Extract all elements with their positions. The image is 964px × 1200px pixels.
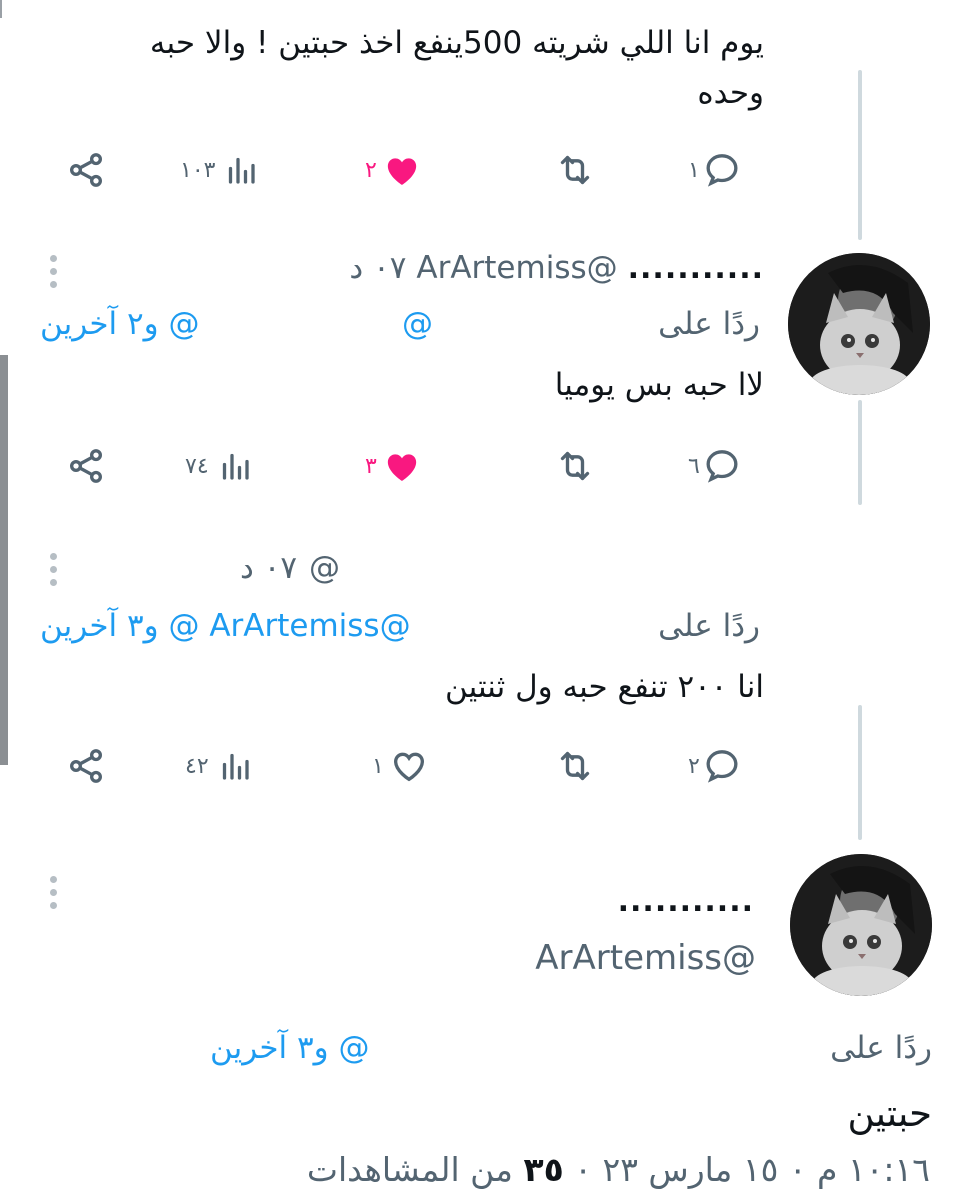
tweet-3-replying-to: ردًا على @ArArtemiss @ و٣ آخرين bbox=[40, 608, 760, 652]
share-button[interactable] bbox=[66, 736, 106, 796]
tweet-2-text: لاا حبه بس يوميا bbox=[554, 367, 764, 403]
reply-button[interactable]: ١ bbox=[688, 140, 742, 200]
avatar[interactable] bbox=[790, 854, 932, 996]
like-icon bbox=[387, 454, 416, 481]
tweet-3-text: انا ٢٠٠ تنفع حبه ول ثنتين bbox=[445, 669, 764, 705]
tweet-1-line2: وحده bbox=[697, 75, 764, 111]
views-button[interactable]: ٧٤ bbox=[185, 436, 253, 496]
tweet-1-text: يوم انا اللي شريته 500ينفع اخذ حبتين ! و… bbox=[44, 18, 764, 118]
views-icon bbox=[222, 453, 249, 480]
more-icon[interactable] bbox=[50, 255, 58, 294]
replying-to-label: ردًا على bbox=[830, 1030, 932, 1066]
tweet-1-line1: يوم انا اللي شريته 500ينفع اخذ حبتين ! و… bbox=[149, 25, 764, 61]
post-time[interactable]: ٠٧ د bbox=[349, 250, 406, 286]
share-button[interactable] bbox=[66, 140, 106, 200]
avatar-cat-photo bbox=[788, 253, 930, 395]
views-icon bbox=[222, 753, 249, 780]
tweet-3-header: @ ٠٧ د bbox=[190, 550, 340, 586]
retweet-button[interactable] bbox=[553, 140, 597, 200]
like-icon bbox=[387, 158, 416, 185]
retweet-button[interactable] bbox=[553, 436, 597, 496]
window-edge bbox=[0, 0, 2, 18]
retweet-button[interactable] bbox=[553, 736, 597, 796]
scroll-indicator[interactable] bbox=[0, 355, 8, 765]
replying-to-others[interactable]: @ و٣ آخرين bbox=[210, 1030, 369, 1066]
avatar[interactable] bbox=[788, 253, 930, 395]
replying-to-others[interactable]: @ و٢ آخرين bbox=[40, 306, 199, 342]
more-icon[interactable] bbox=[50, 876, 58, 915]
tweet-4-replying-to: ردًا على @ و٣ آخرين bbox=[200, 1030, 932, 1074]
tweet-1-actions: ١ ٢ ١٠٣ bbox=[0, 140, 964, 200]
post-time[interactable]: ٠٧ د bbox=[240, 550, 297, 586]
footer-views-count: ٣٥ bbox=[523, 1150, 564, 1189]
footer-time[interactable]: ١٠:١٦ م ٠ ١٥ مارس ٢٣ ٠ bbox=[574, 1150, 930, 1189]
retweet-icon bbox=[560, 451, 590, 481]
replying-to-label: ردًا على bbox=[658, 306, 760, 342]
like-button[interactable]: ١ bbox=[372, 736, 430, 796]
share-button[interactable] bbox=[66, 436, 106, 496]
tweet-4-text: حبتين bbox=[847, 1092, 932, 1135]
tweet-2-actions: ٦ ٣ ٧٤ bbox=[0, 436, 964, 496]
share-icon bbox=[70, 153, 102, 187]
more-icon[interactable] bbox=[50, 553, 58, 592]
reply-button[interactable]: ٦ bbox=[688, 436, 742, 496]
user-handle[interactable]: @ bbox=[309, 550, 340, 586]
reply-icon bbox=[706, 154, 738, 187]
footer-views-label[interactable]: من المشاهدات bbox=[307, 1150, 513, 1189]
user-handle[interactable]: @ArArtemiss bbox=[356, 938, 756, 978]
tweet-2-replying-to: ردًا على @ @ و٢ آخرين bbox=[40, 306, 760, 350]
retweet-icon bbox=[560, 751, 590, 781]
views-button[interactable]: ٤٢ bbox=[185, 736, 253, 796]
user-handle[interactable]: @ArArtemiss bbox=[416, 250, 617, 286]
user-display-name[interactable]: ........... bbox=[454, 884, 754, 919]
tweet-footer-meta: ١٠:١٦ م ٠ ١٥ مارس ٢٣ ٠ ٣٥ من المشاهدات bbox=[307, 1150, 930, 1189]
replying-to-label: ردًا على bbox=[658, 608, 760, 644]
retweet-icon bbox=[560, 155, 590, 185]
avatar-cat-photo bbox=[790, 854, 932, 996]
tweet-2-header: ........... @ArArtemiss ٠٧ د bbox=[124, 250, 764, 286]
reply-button[interactable]: ٢ bbox=[688, 736, 742, 796]
like-button[interactable]: ٢ bbox=[365, 140, 423, 200]
like-icon bbox=[393, 752, 424, 782]
share-icon bbox=[70, 449, 102, 483]
tweet-3-actions: ٢ ١ ٤٢ bbox=[0, 736, 964, 796]
reply-icon bbox=[706, 750, 738, 783]
like-button[interactable]: ٣ bbox=[365, 436, 423, 496]
views-icon bbox=[229, 157, 256, 184]
reply-icon bbox=[706, 450, 738, 483]
user-display-name[interactable]: ........... bbox=[628, 251, 764, 286]
share-icon bbox=[70, 749, 102, 783]
views-button[interactable]: ١٠٣ bbox=[180, 140, 259, 200]
replying-to-others[interactable]: @ArArtemiss @ و٣ آخرين bbox=[40, 608, 411, 644]
replying-to-handle[interactable]: @ bbox=[402, 306, 433, 342]
